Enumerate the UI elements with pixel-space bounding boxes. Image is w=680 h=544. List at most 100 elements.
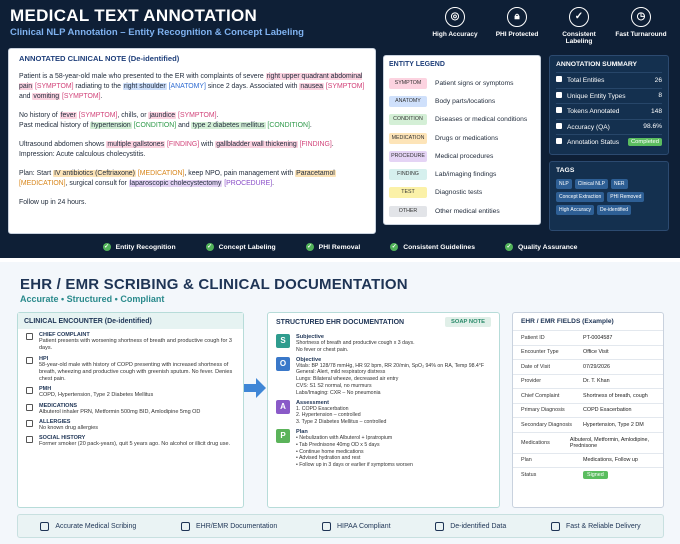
field-key: Plan <box>521 457 532 464</box>
bottom-feature: HIPAA Compliant <box>321 521 391 531</box>
soap-line: • Follow up in 3 days or earlier if symp… <box>296 462 413 469</box>
legend-item: CONDITION Diseases or medical conditions <box>389 111 535 129</box>
entity-procedure[interactable]: laparoscopic cholecystectomy <box>128 180 223 187</box>
check-item: ✓ Quality Assurance <box>504 238 577 256</box>
summary-row: Unique Entity Types 8 <box>556 87 662 104</box>
section-icon <box>26 387 33 395</box>
annotation-summary: ANNOTATION SUMMARY Total Entities 26 Uniqu… <box>549 55 669 155</box>
entity-tag: [SYMPTOM] <box>178 112 217 119</box>
check-label: Concept Labeling <box>218 243 276 251</box>
legend-chip: SYMPTOM <box>389 77 427 89</box>
section-text: Former smoker (20 pack-years), quit 5 ye… <box>39 441 231 448</box>
page-subtitle: Clinical NLP Annotation – Entity Recogni… <box>10 27 304 38</box>
clinical-encounter: CLINICAL ENCOUNTER (De-identified) CHIEF… <box>17 312 244 508</box>
field-value: Dr. T. Khan <box>583 378 610 385</box>
summary-row: Tokens Annotated 148 <box>556 103 662 119</box>
entity-symptom[interactable]: fever <box>59 112 77 119</box>
legend-chip: TEST <box>389 187 427 199</box>
entity-medication[interactable]: IV antibiotics (Ceftriaxone) <box>53 170 136 177</box>
soap-letter: P <box>276 428 290 443</box>
stat-icon <box>556 122 562 129</box>
target-icon: ◎ <box>445 7 465 27</box>
entity-medication[interactable]: Paracetamol <box>295 170 336 177</box>
entity-symptom[interactable]: jaundice <box>148 112 177 119</box>
soap-badge: SOAP NOTE <box>444 317 491 327</box>
page-title: MEDICAL TEXT ANNOTATION <box>10 6 258 25</box>
legend-label: Drugs or medications <box>435 134 499 142</box>
soap-body: Plan • Nebulization with Albuterol + Ipra… <box>296 429 413 469</box>
section-text: 58-year-old male with history of COPD pr… <box>39 361 233 383</box>
entity-tag: [ANATOMY] <box>168 83 206 90</box>
tag-chip[interactable]: High Accuracy <box>556 205 594 215</box>
section-text: Patient presents with worsening shortnes… <box>39 338 232 352</box>
tag-chip[interactable]: NER <box>610 179 628 189</box>
feature-high-accuracy: ◎ High Accuracy <box>424 6 486 45</box>
section-icon <box>26 420 33 428</box>
soap-line: 2. Hypertension – controlled <box>296 412 361 419</box>
field-key: Encounter Type <box>521 349 559 356</box>
section-icon <box>26 436 33 444</box>
soap-letter: A <box>276 399 290 414</box>
tag-chip[interactable]: Concept Extraction <box>556 192 605 202</box>
field-value: 07/29/2026 <box>583 363 610 370</box>
bottom-feature: Accurate Medical Scribing <box>40 521 136 531</box>
entity-anatomy[interactable]: right shoulder <box>122 83 167 90</box>
legend-item: PROCEDURE Medical procedures <box>389 147 535 165</box>
stat-icon <box>556 91 562 98</box>
soap-line: • Tab Prednisone 40mg OD x 5 days <box>296 441 380 448</box>
soap-section: S Subjective Shortness of breath and produ… <box>268 334 499 354</box>
tag-chip[interactable]: PHI Removed <box>607 192 645 202</box>
soap-line: Shortness of breath and productive cough… <box>296 340 415 346</box>
field-row: Encounter Type Office Visit <box>513 344 663 360</box>
legend-label: Patient signs or symptoms <box>435 79 514 87</box>
ehr-fields: EHR / EMR FIELDS (Example) Patient ID PT-… <box>512 312 664 508</box>
entity-symptom[interactable]: nausea <box>299 83 324 90</box>
entity-symptom[interactable]: vomiting <box>32 93 61 100</box>
entity-condition[interactable]: hypertension <box>90 122 132 129</box>
section-body: PMH COPD, Hypertension, Type 2 Diabetes M… <box>39 386 153 399</box>
summary-value: 8 <box>658 92 662 100</box>
legend-item: FINDING Lab/imaging findings <box>389 165 535 183</box>
summary-key: Total Entities <box>556 76 604 84</box>
soap-line: No fever or chest pain. <box>296 346 349 353</box>
clock-icon: ◷ <box>631 7 651 27</box>
stat-icon <box>556 107 562 114</box>
check-icon: ✓ <box>205 243 214 251</box>
soap-body: Objective Vitals: BP 128/78 mmHg, HR 92 b… <box>296 357 484 397</box>
soap-line: Vitals: BP 128/78 mmHg, HR 92 bpm, RR 20… <box>296 362 485 369</box>
legend-item: OTHER Other medical entities <box>389 202 535 220</box>
field-row: Status Signed <box>513 467 663 482</box>
tag-chip[interactable]: NLP <box>556 179 572 189</box>
annotation-panel: MEDICAL TEXT ANNOTATION Clinical NLP Ann… <box>0 0 680 258</box>
legend-chip: OTHER <box>389 205 427 217</box>
entity-condition[interactable]: type 2 diabetes mellitus <box>191 122 266 129</box>
entity-tag: [SYMPTOM] <box>34 83 74 90</box>
entity-finding[interactable]: gallbladder wall thickening <box>215 141 298 148</box>
check-list: ✓ Entity Recognition ✓ Concept Labeling ✓ PHI… <box>0 238 680 256</box>
encounter-section: MEDICATIONS Albuterol inhaler PRN, Metfor… <box>18 400 243 416</box>
arrow-right-icon <box>244 378 266 398</box>
check-label: Consistent Guidelines <box>403 243 475 251</box>
summary-row: Total Entities 26 <box>556 72 662 88</box>
legend-label: Medical procedures <box>435 152 494 160</box>
legend-item: TEST Diagnostic tests <box>389 184 535 202</box>
soap-body: Assessment 1. COPD Exacerbation 2. Hyperte… <box>296 400 386 426</box>
note-paragraph: Plan: Start IV antibiotics (Ceftriaxone)… <box>19 170 336 187</box>
tag-chip[interactable]: Clinical NLP <box>574 179 608 189</box>
tag-chip[interactable]: De-identified <box>596 205 632 215</box>
entity-finding[interactable]: multiple gallstones <box>106 141 166 148</box>
summary-value: 98.6% <box>643 123 662 131</box>
monitor-icon <box>180 521 190 531</box>
bottom-feature-label: Fast & Reliable Delivery <box>565 522 641 530</box>
field-row: Provider Dr. T. Khan <box>513 373 663 389</box>
clock-icon <box>550 521 560 531</box>
note-paragraph: Ultrasound abdomen shows multiple gallst… <box>19 141 334 158</box>
shield-icon <box>321 521 331 531</box>
section-subtitle: Accurate • Structured • Compliant <box>20 294 165 304</box>
note-paragraph: Follow up in 24 hours. <box>19 199 87 206</box>
field-value: Shortness of breath, cough <box>583 392 648 399</box>
lock-icon: 🔒︎ <box>507 7 527 27</box>
check-item: ✓ Concept Labeling <box>205 238 276 256</box>
entity-tag: [SYMPTOM] <box>325 83 365 90</box>
soap-line: Labs/Imaging: CXR – No pneumonia <box>296 389 381 396</box>
